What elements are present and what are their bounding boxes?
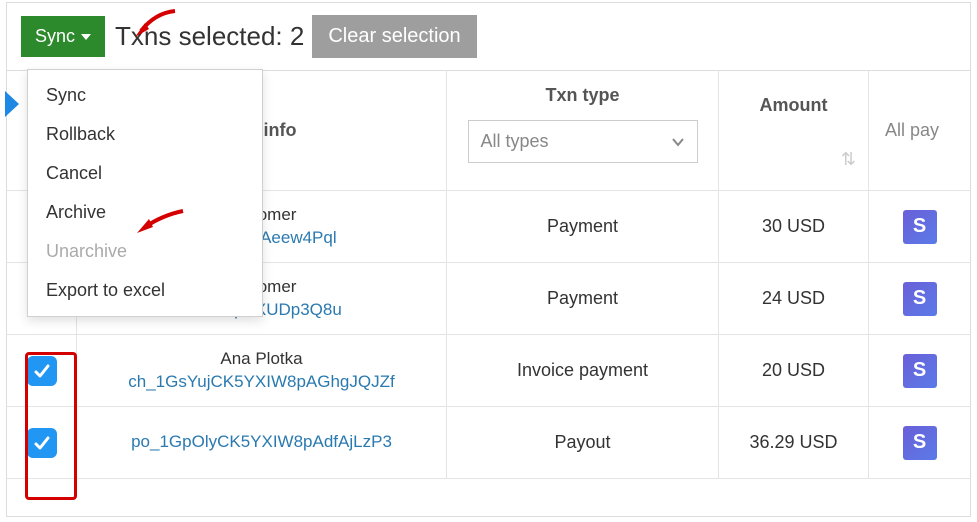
row-customer-name: Ana Plotka (220, 348, 302, 371)
row-amount: 30 USD (762, 216, 825, 237)
sync-dropdown-button[interactable]: Sync (21, 16, 105, 57)
header-payment: All pay (869, 71, 970, 190)
row-txn-link[interactable]: ch_1GsYujCK5YXIW8pAGhgJQJZf (128, 371, 394, 394)
row-amount: 20 USD (762, 360, 825, 381)
txn-type-filter-select[interactable]: All types (468, 120, 698, 163)
sort-icon: ⇅ (841, 149, 856, 170)
table-row: po_1GpOlyCK5YXIW8pAdfAjLzP3 Payout 36.29… (7, 407, 970, 479)
stripe-badge-icon: S (903, 210, 937, 244)
row-checkbox[interactable] (27, 356, 57, 386)
row-txn-link[interactable]: po_1GpOlyCK5YXIW8pAdfAjLzP3 (131, 431, 392, 454)
table-row: Ana Plotka ch_1GsYujCK5YXIW8pAGhgJQJZf I… (7, 335, 970, 407)
stripe-badge-icon: S (903, 282, 937, 316)
stripe-badge-icon: S (903, 426, 937, 460)
chevron-right-icon (5, 91, 23, 122)
sync-button-label: Sync (35, 26, 75, 47)
payment-filter-select[interactable]: All pay (875, 120, 964, 141)
caret-down-icon (81, 34, 91, 40)
row-checkbox[interactable] (27, 428, 57, 458)
row-txn-type: Payment (547, 216, 618, 237)
selection-count-text: Txns selected: 2 (115, 21, 304, 52)
txn-type-filter-value: All types (481, 131, 549, 152)
row-txn-type: Invoice payment (517, 360, 648, 381)
header-type-label: Txn type (545, 85, 619, 106)
dropdown-item-unarchive: Unarchive (28, 232, 262, 271)
clear-selection-button[interactable]: Clear selection (312, 15, 476, 58)
row-txn-type: Payment (547, 288, 618, 309)
dropdown-item-sync[interactable]: Sync (28, 76, 262, 115)
header-amount[interactable]: Amount ⇅ (719, 71, 869, 190)
chevron-down-icon (671, 131, 685, 152)
dropdown-item-export[interactable]: Export to excel (28, 271, 262, 310)
row-amount: 36.29 USD (749, 432, 837, 453)
row-amount: 24 USD (762, 288, 825, 309)
dropdown-item-archive[interactable]: Archive (28, 193, 262, 232)
row-txn-type: Payout (554, 432, 610, 453)
dropdown-item-rollback[interactable]: Rollback (28, 115, 262, 154)
header-amount-label: Amount (760, 95, 828, 116)
sync-dropdown-menu: Sync Rollback Cancel Archive Unarchive E… (27, 69, 263, 317)
payment-filter-value: All pay (885, 120, 939, 140)
dropdown-item-cancel[interactable]: Cancel (28, 154, 262, 193)
header-type: Txn type All types (447, 71, 719, 190)
stripe-badge-icon: S (903, 354, 937, 388)
